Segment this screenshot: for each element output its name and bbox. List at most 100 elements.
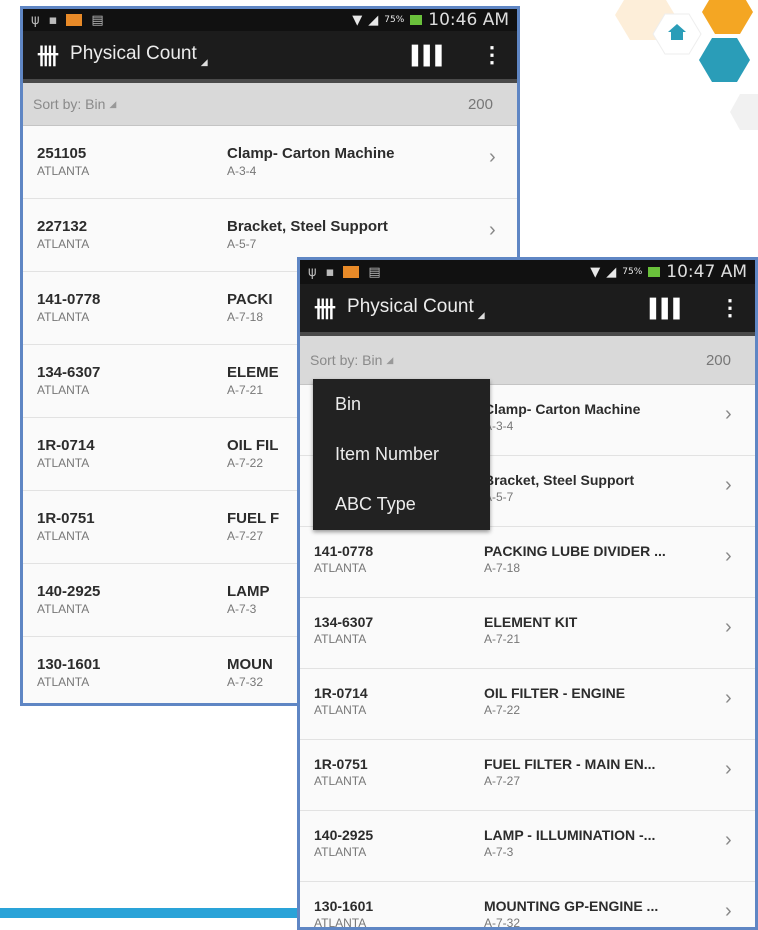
overflow-menu-icon[interactable]: ⋮ — [719, 295, 741, 321]
item-bin: A-3-4 — [227, 164, 257, 178]
tally-marks-icon[interactable]: 卌 — [37, 39, 59, 71]
list-item[interactable]: 130-1601 ATLANTA MOUNTING GP-ENGINE ... A-7… — [300, 882, 755, 930]
battery-percent: 75% — [384, 15, 405, 25]
list-item[interactable]: 251105 ATLANTA Clamp- Carton Machine A-3-4 › — [23, 126, 517, 199]
item-number: 1R-0751 — [314, 756, 368, 772]
decorative-hexagons — [615, 0, 758, 130]
list-item[interactable]: 140-2925 ATLANTA LAMP - ILLUMINATION -... A… — [300, 811, 755, 882]
item-description: ELEMENT KIT — [484, 614, 578, 630]
item-location: ATLANTA — [314, 632, 367, 646]
chevron-right-icon: › — [725, 474, 732, 496]
signal-icon: ◢ — [368, 12, 379, 28]
list-item[interactable]: 1R-0751 ATLANTA FUEL FILTER - MAIN EN... A-… — [300, 740, 755, 811]
chevron-right-icon: › — [725, 545, 732, 567]
chevron-right-icon: › — [725, 829, 732, 851]
item-number: 141-0778 — [37, 291, 101, 308]
battery-icon — [410, 15, 423, 25]
app-notification-icon — [343, 266, 360, 278]
hexagon-shape — [699, 38, 750, 82]
item-count: 200 — [467, 95, 493, 113]
phone-screen-2: ψ ▪ ▤ ▼ ◢ 75% 10:47 AM 卌 Physical Count ◢… — [297, 257, 758, 930]
item-location: ATLANTA — [37, 310, 90, 324]
chevron-right-icon: › — [489, 146, 496, 168]
item-number: 130-1601 — [37, 656, 101, 673]
item-location: ATLANTA — [37, 675, 90, 689]
status-bar: ψ ▪ ▤ ▼ ◢ 75% 10:47 AM — [300, 260, 755, 284]
file-icon: ▤ — [91, 12, 104, 28]
usb-icon: ψ — [31, 12, 40, 28]
item-location: ATLANTA — [37, 237, 90, 251]
item-location: ATLANTA — [37, 164, 90, 178]
notification-icon: ▪ — [48, 12, 58, 28]
item-number: 140-2925 — [37, 583, 101, 600]
tally-marks-icon[interactable]: 卌 — [314, 292, 336, 324]
item-number: 251105 — [37, 145, 87, 162]
item-location: ATLANTA — [37, 383, 90, 397]
item-location: ATLANTA — [314, 916, 367, 930]
item-bin: A-7-22 — [227, 456, 264, 470]
sort-option-bin[interactable]: Bin — [313, 379, 490, 429]
item-number: 1R-0751 — [37, 510, 95, 527]
overflow-menu-icon[interactable]: ⋮ — [481, 42, 503, 68]
item-description: Bracket, Steel Support — [484, 472, 635, 488]
item-bin: A-7-18 — [484, 561, 521, 575]
dropdown-caret-icon: ◢ — [200, 56, 208, 67]
sort-option-item-number[interactable]: Item Number — [313, 429, 490, 479]
sort-dropdown-menu: Bin Item Number ABC Type — [313, 379, 490, 530]
list-item[interactable]: 1R-0714 ATLANTA OIL FILTER - ENGINE A-7-22 › — [300, 669, 755, 740]
hexagon-shape — [702, 0, 753, 34]
accent-stripe — [0, 908, 300, 918]
chevron-right-icon: › — [489, 219, 496, 241]
screen-title-spinner[interactable]: Physical Count ◢ — [347, 296, 485, 321]
chevron-right-icon: › — [725, 687, 732, 709]
signal-icon: ◢ — [606, 264, 617, 280]
item-bin: A-7-18 — [227, 310, 264, 324]
item-description: MOUNTING GP-ENGINE ... — [484, 898, 659, 914]
screen-title: Physical Count — [70, 42, 197, 64]
sort-option-abc-type[interactable]: ABC Type — [313, 479, 490, 529]
item-description: Bracket, Steel Support — [227, 218, 388, 235]
item-description: Clamp- Carton Machine — [227, 145, 395, 162]
chevron-right-icon: › — [725, 403, 732, 425]
item-location: ATLANTA — [314, 845, 367, 859]
file-icon: ▤ — [368, 264, 381, 280]
dropdown-caret-icon: ◢ — [109, 98, 117, 109]
item-description: Clamp- Carton Machine — [484, 401, 641, 417]
item-number: 1R-0714 — [37, 437, 95, 454]
sort-bar[interactable]: Sort by: Bin ◢ 200 — [300, 336, 755, 385]
action-bar: 卌 Physical Count ◢ ▌▌▌ ⋮ — [23, 31, 517, 83]
item-location: ATLANTA — [37, 529, 90, 543]
list-item[interactable]: 141-0778 ATLANTA PACKING LUBE DIVIDER ... A… — [300, 527, 755, 598]
item-location: ATLANTA — [37, 456, 90, 470]
app-notification-icon — [66, 14, 83, 26]
item-number: 227132 — [37, 218, 88, 235]
item-number: 1R-0714 — [314, 685, 368, 701]
action-bar: 卌 Physical Count ◢ ▌▌▌ ⋮ — [300, 284, 755, 336]
sort-label[interactable]: Sort by: Bin — [310, 352, 382, 368]
chevron-right-icon: › — [725, 758, 732, 780]
item-bin: A-7-32 — [227, 675, 264, 689]
wifi-icon: ▼ — [590, 264, 601, 280]
item-location: ATLANTA — [314, 774, 367, 788]
item-description: LAMP - ILLUMINATION -... — [484, 827, 656, 843]
sort-label[interactable]: Sort by: Bin — [33, 96, 105, 112]
item-description: PACKING LUBE DIVIDER ... — [484, 543, 666, 559]
item-bin: A-5-7 — [227, 237, 257, 251]
item-number: 134-6307 — [314, 614, 374, 630]
item-location: ATLANTA — [314, 703, 367, 717]
sort-bar[interactable]: Sort by: Bin ◢ 200 — [23, 83, 517, 126]
item-bin: A-7-3 — [227, 602, 257, 616]
item-bin: A-7-21 — [227, 383, 264, 397]
barcode-scan-icon[interactable]: ▌▌▌ — [650, 298, 686, 319]
item-number: 134-6307 — [37, 364, 101, 381]
screen-title-spinner[interactable]: Physical Count ◢ — [70, 43, 208, 68]
dropdown-caret-icon: ◢ — [386, 354, 394, 365]
item-bin: A-7-32 — [484, 916, 521, 930]
item-count: 200 — [705, 351, 731, 369]
status-bar: ψ ▪ ▤ ▼ ◢ 75% 10:46 AM — [23, 9, 517, 31]
wifi-icon: ▼ — [352, 12, 363, 28]
barcode-scan-icon[interactable]: ▌▌▌ — [412, 45, 448, 66]
notification-icon: ▪ — [325, 264, 335, 280]
item-location: ATLANTA — [37, 602, 90, 616]
list-item[interactable]: 134-6307 ATLANTA ELEMENT KIT A-7-21 › — [300, 598, 755, 669]
